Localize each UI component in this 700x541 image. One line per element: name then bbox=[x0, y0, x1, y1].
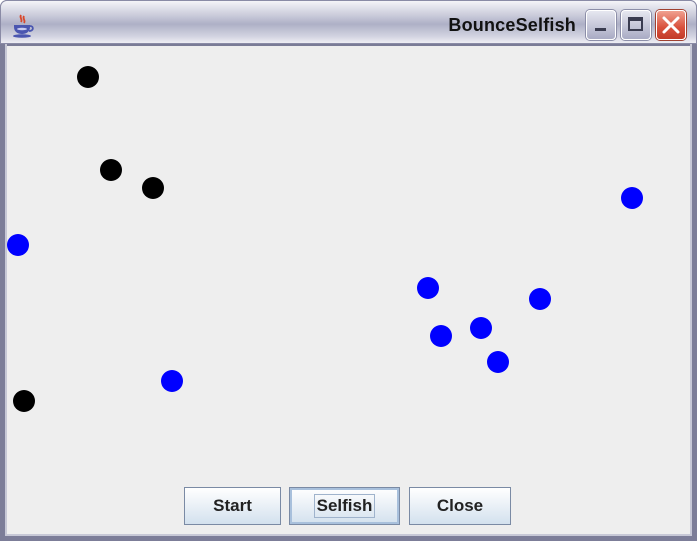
ball-blue-1 bbox=[7, 234, 29, 256]
selfish-button-label: Selfish bbox=[313, 494, 376, 518]
minimize-button[interactable] bbox=[586, 10, 616, 40]
ball-blue-3 bbox=[417, 277, 439, 299]
ball-blue-7 bbox=[487, 351, 509, 373]
ball-black-1 bbox=[77, 66, 99, 88]
start-button[interactable]: Start bbox=[184, 487, 281, 525]
maximize-icon bbox=[628, 17, 643, 31]
selfish-button[interactable]: Selfish bbox=[289, 487, 400, 525]
ball-blue-8 bbox=[161, 370, 183, 392]
ball-blue-4 bbox=[529, 288, 551, 310]
maximize-button[interactable] bbox=[621, 10, 651, 40]
ball-blue-5 bbox=[470, 317, 492, 339]
ball-blue-6 bbox=[430, 325, 452, 347]
title-bar[interactable]: BounceSelfish bbox=[0, 0, 697, 44]
ball-black-3 bbox=[142, 177, 164, 199]
ball-blue-2 bbox=[621, 187, 643, 209]
close-button[interactable]: Close bbox=[409, 487, 511, 525]
close-window-button[interactable] bbox=[656, 10, 686, 40]
java-coffee-cup-icon bbox=[13, 14, 34, 38]
start-button-label: Start bbox=[213, 496, 252, 515]
bounce-canvas bbox=[7, 46, 690, 534]
minimize-icon bbox=[595, 28, 606, 31]
ball-black-4 bbox=[13, 390, 35, 412]
close-button-label: Close bbox=[436, 496, 484, 515]
ball-black-2 bbox=[100, 159, 122, 181]
window-title: BounceSelfish bbox=[448, 15, 576, 35]
close-icon bbox=[662, 16, 680, 34]
